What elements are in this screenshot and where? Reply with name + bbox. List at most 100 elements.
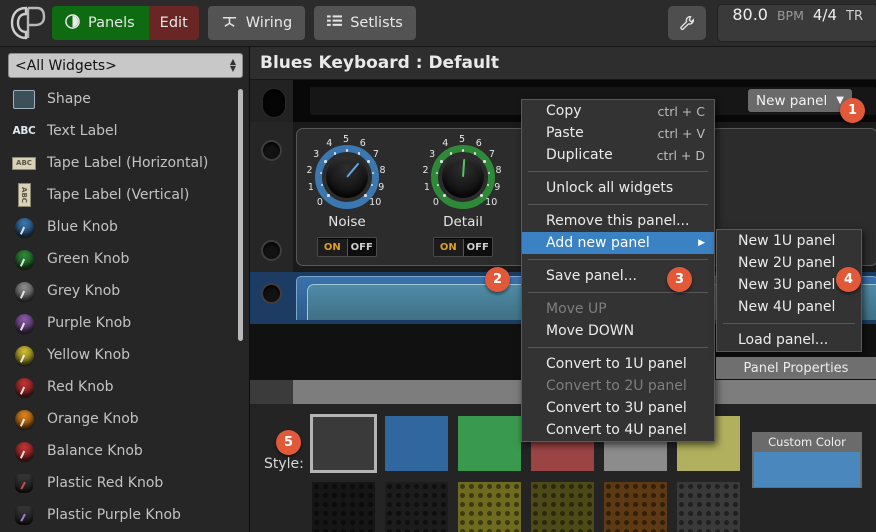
knob-tick-label: 9 bbox=[378, 182, 385, 194]
knob-tick-dot bbox=[480, 194, 483, 197]
widget-list-item-label: Blue Knob bbox=[47, 219, 118, 235]
menu-item-label: Save panel... bbox=[546, 268, 638, 284]
style-swatch[interactable] bbox=[310, 414, 377, 473]
panels-button-label: Panels bbox=[88, 15, 135, 31]
knob-tick-label: 3 bbox=[429, 149, 436, 161]
knob-tick-label: 10 bbox=[369, 197, 382, 209]
switch-off-label[interactable]: OFF bbox=[464, 239, 493, 256]
menu-item[interactable]: Paste ctrl + V bbox=[522, 122, 714, 144]
style-swatch[interactable] bbox=[385, 416, 448, 471]
knob-tick-label: 2 bbox=[306, 165, 313, 177]
purple-knob-icon bbox=[12, 311, 36, 335]
widget-list-item[interactable]: Purple Knob bbox=[0, 307, 249, 339]
orange-knob-icon bbox=[12, 407, 36, 431]
widget-list-item[interactable]: Green Knob bbox=[0, 243, 249, 275]
widget-list-item[interactable]: Shape bbox=[0, 83, 249, 115]
menu-item-label: Convert to 2U panel bbox=[546, 378, 687, 394]
style-swatch[interactable] bbox=[677, 482, 740, 532]
knob-tick-label: 8 bbox=[495, 165, 502, 177]
menu-item[interactable]: Remove this panel... bbox=[522, 210, 714, 232]
widget-list-item[interactable]: Plastic Purple Knob bbox=[0, 499, 249, 531]
chevron-right-icon: ▶ bbox=[698, 238, 705, 248]
bpm-value: 80.0 bbox=[732, 5, 768, 24]
knob-tick-dot bbox=[483, 160, 486, 163]
widget-list-item-label: Orange Knob bbox=[47, 411, 139, 427]
menu-item-label: Convert to 3U panel bbox=[546, 400, 687, 416]
knob-tick-dot bbox=[357, 152, 361, 155]
menu-item[interactable]: Convert to 3U panel bbox=[522, 397, 714, 419]
widget-list-item[interactable]: ABC Tape Label (Vertical) bbox=[0, 179, 249, 211]
menu-item[interactable]: Unlock all widgets bbox=[522, 177, 714, 199]
knob-label: Detail bbox=[443, 214, 483, 230]
menu-separator bbox=[528, 259, 708, 260]
widget-list-item[interactable]: Orange Knob bbox=[0, 403, 249, 435]
tape-label-vertical-icon: ABC bbox=[12, 183, 36, 207]
style-swatch[interactable] bbox=[312, 482, 375, 532]
submenu-item[interactable]: Load panel... bbox=[717, 329, 861, 351]
knob-tick-label: 7 bbox=[372, 149, 379, 161]
widget-list-item[interactable]: Red Knob bbox=[0, 371, 249, 403]
knob-tick-dot bbox=[333, 152, 337, 155]
wiring-icon bbox=[221, 14, 238, 33]
wrench-icon[interactable] bbox=[668, 6, 707, 40]
widget-list-item[interactable]: Plastic Red Knob bbox=[0, 467, 249, 499]
knob-dial[interactable]: 0 1 2 3 4 5 6 7 8 9 10 bbox=[422, 135, 502, 213]
screw-hole-icon bbox=[261, 240, 282, 261]
submenu-item[interactable]: New 1U panel bbox=[717, 230, 861, 252]
widget-list-item[interactable]: ABC Text Label bbox=[0, 115, 249, 147]
panel-properties-tab[interactable]: Panel Properties bbox=[716, 357, 876, 379]
menu-item[interactable]: Duplicate ctrl + D bbox=[522, 144, 714, 166]
widget-list-item[interactable]: Grey Knob bbox=[0, 275, 249, 307]
new-panel-button[interactable]: New panel ▼ bbox=[748, 89, 852, 112]
switch-on-label[interactable]: ON bbox=[318, 238, 348, 256]
custom-color-swatch[interactable] bbox=[754, 452, 860, 487]
switch-off-label[interactable]: OFF bbox=[348, 239, 377, 256]
knob-tick-dot bbox=[449, 152, 453, 155]
style-swatch[interactable] bbox=[458, 416, 521, 471]
widget-list-item-label: Plastic Purple Knob bbox=[47, 507, 181, 523]
menu-item[interactable]: Move DOWN bbox=[522, 320, 714, 342]
knob-tick-dot bbox=[440, 160, 443, 163]
widget-list-item[interactable]: Blue Knob bbox=[0, 211, 249, 243]
style-swatch[interactable] bbox=[458, 482, 521, 532]
rack-rail-foot bbox=[250, 380, 293, 404]
menu-item[interactable]: Add new panel ▶ bbox=[522, 232, 714, 254]
knob-needle bbox=[346, 162, 360, 178]
widget-filter-select[interactable]: <All Widgets> ▲ ▼ bbox=[8, 53, 243, 78]
knob-label: Noise bbox=[328, 214, 366, 230]
edit-button-label: Edit bbox=[159, 15, 188, 31]
switch-on-label[interactable]: ON bbox=[434, 238, 464, 256]
widget-list: Shape ABC Text Label ABC Tape Label (Horizon… bbox=[0, 83, 249, 531]
style-swatch[interactable] bbox=[385, 482, 448, 532]
menu-item[interactable]: Convert to 1U panel bbox=[522, 353, 714, 375]
green-knob-icon bbox=[12, 247, 36, 271]
transport-display[interactable]: 80.0 BPM 4/4 TR bbox=[717, 4, 876, 42]
knob-tick-label: 7 bbox=[488, 149, 495, 161]
panels-button[interactable]: Panels bbox=[52, 6, 149, 40]
text-label-icon: ABC bbox=[12, 125, 36, 137]
setlists-button[interactable]: Setlists bbox=[314, 6, 416, 40]
style-swatch[interactable] bbox=[604, 482, 667, 532]
knob-widget[interactable]: 0 1 2 3 4 5 6 7 8 9 10 Noise ON OFF bbox=[306, 135, 386, 257]
widget-list-item[interactable]: ABC Tape Label (Horizontal) bbox=[0, 147, 249, 179]
knob-widget[interactable]: 0 1 2 3 4 5 6 7 8 9 10 Detail ON OFF bbox=[422, 135, 502, 257]
menu-item[interactable]: Convert to 4U panel bbox=[522, 419, 714, 441]
submenu-item[interactable]: New 4U panel bbox=[717, 296, 861, 318]
widget-list-item-label: Balance Knob bbox=[47, 443, 143, 459]
menu-item[interactable]: Copy ctrl + C bbox=[522, 100, 714, 122]
on-off-switch[interactable]: ON OFF bbox=[433, 237, 493, 257]
wiring-button[interactable]: Wiring bbox=[207, 6, 306, 40]
on-off-switch[interactable]: ON OFF bbox=[317, 237, 377, 257]
widget-list-item[interactable]: Yellow Knob bbox=[0, 339, 249, 371]
custom-color-box[interactable]: Custom Color bbox=[752, 432, 862, 488]
sidebar-scrollbar[interactable] bbox=[238, 89, 243, 341]
rack-rail bbox=[250, 122, 293, 272]
style-swatch[interactable] bbox=[531, 482, 594, 532]
widget-list-item[interactable]: Balance Knob bbox=[0, 435, 249, 467]
menu-item-shortcut: ctrl + C bbox=[657, 103, 705, 119]
chevron-updown-icon: ▲ ▼ bbox=[229, 57, 236, 73]
edit-button[interactable]: Edit bbox=[148, 6, 199, 40]
knob-dial[interactable]: 0 1 2 3 4 5 6 7 8 9 10 bbox=[306, 135, 386, 213]
new-panel-button-label: New panel bbox=[756, 92, 828, 109]
knob-tick-label: 8 bbox=[379, 165, 386, 177]
